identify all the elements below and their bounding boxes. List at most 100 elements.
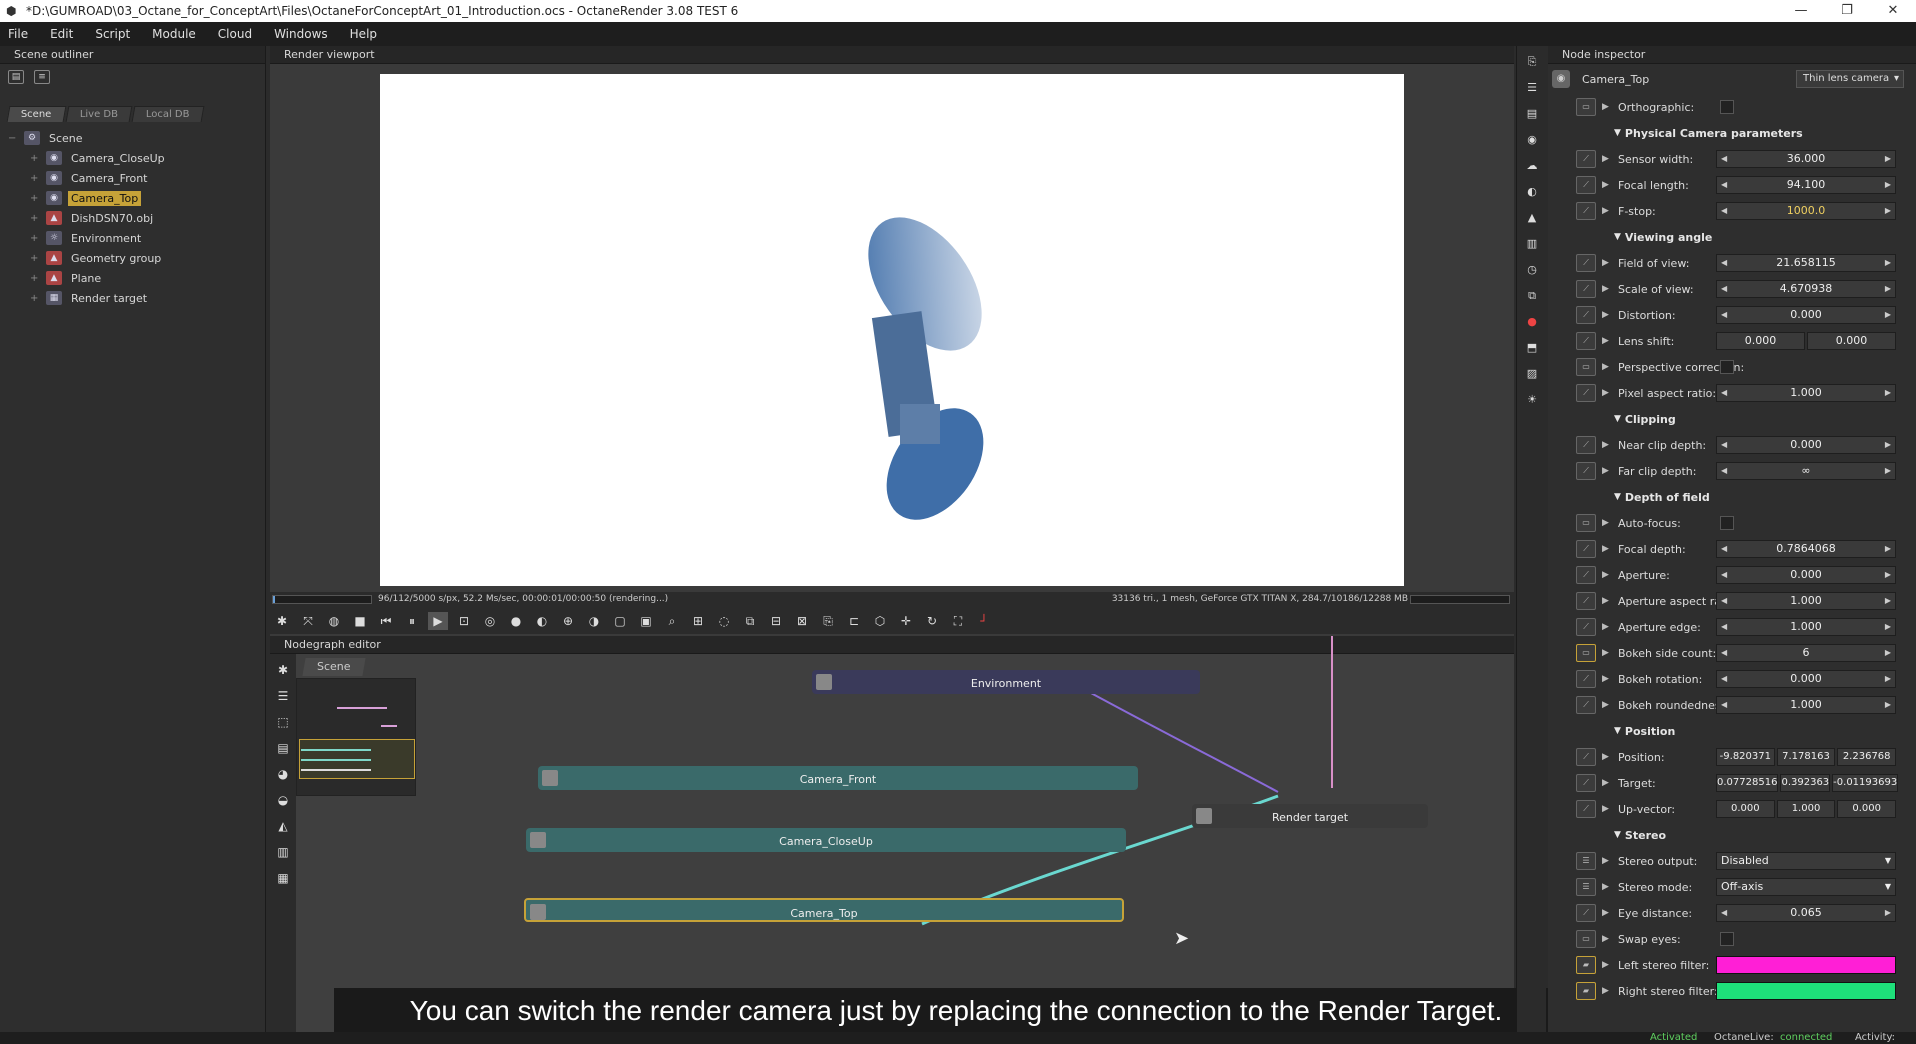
expand-icon[interactable]: + [30, 293, 42, 304]
expand-arrow-icon[interactable]: ▶ [1602, 102, 1610, 112]
expand-arrow-icon[interactable]: ▶ [1602, 284, 1610, 294]
tab-scene[interactable]: Scene [6, 106, 66, 122]
expand-arrow-icon[interactable]: ▶ [1602, 648, 1610, 658]
expand-arrow-icon[interactable]: ▶ [1602, 882, 1610, 892]
restart-icon[interactable]: ⏮ [376, 612, 396, 630]
recompile-icon[interactable]: ⊡ [454, 612, 474, 630]
menu-cloud[interactable]: Cloud [218, 27, 252, 41]
tree-item-scene[interactable]: − ⚙ Scene [8, 128, 265, 148]
perspective-correction-checkbox[interactable] [1720, 360, 1734, 374]
environment-settings-icon[interactable]: ☁ [1522, 156, 1542, 176]
start-icon[interactable]: ▶ [428, 612, 448, 630]
expand-arrow-icon[interactable]: ▶ [1602, 804, 1610, 814]
render-layer-icon[interactable]: ▥ [1522, 234, 1542, 254]
bool-pin-icon[interactable]: ▭ [1576, 358, 1596, 376]
float-pin-icon[interactable]: ⟋ [1576, 618, 1596, 636]
focus-icon[interactable]: ◎ [480, 612, 500, 630]
float-pin-icon[interactable]: ⟋ [1576, 592, 1596, 610]
section-stereo[interactable]: ▼ Stereo [1548, 822, 1916, 848]
stop-icon[interactable]: ■ [350, 612, 370, 630]
settings-icon[interactable]: ✱ [272, 612, 292, 630]
bokeh-roundedness-slider[interactable]: ◀ 1.000 ▶ [1716, 696, 1896, 714]
maximize-button[interactable]: ❐ [1824, 0, 1870, 22]
clay-mode-icon[interactable]: ◌ [714, 612, 734, 630]
menu-script[interactable]: Script [95, 27, 130, 41]
object-picker-icon[interactable]: ◐ [532, 612, 552, 630]
bokeh-side-count-slider[interactable]: ◀ 6 ▶ [1716, 644, 1896, 662]
menu-help[interactable]: Help [350, 27, 377, 41]
left-stereo-filter-swatch[interactable] [1716, 956, 1896, 974]
decal-icon[interactable]: ⊟ [766, 612, 786, 630]
focal-depth-slider[interactable]: ◀ 0.7864068 ▶ [1716, 540, 1896, 558]
tree-item-plane[interactable]: + ▲ Plane [8, 268, 265, 288]
node-camera-closeup[interactable]: Camera_CloseUp [526, 828, 1126, 852]
cube-icon[interactable]: ⬡ [870, 612, 890, 630]
material-picker-icon[interactable]: ● [506, 612, 526, 630]
clock-icon[interactable]: ◷ [1522, 260, 1542, 280]
float-pin-icon[interactable]: ⟋ [1576, 462, 1596, 480]
int-pin-icon[interactable]: ▭ [1576, 644, 1596, 662]
eye-distance-slider[interactable]: ◀ 0.065 ▶ [1716, 904, 1896, 922]
camera-type-dropdown[interactable]: Thin lens camera ▾ [1796, 70, 1904, 88]
expand-icon[interactable]: + [30, 233, 42, 244]
up-vector-z-field[interactable]: 0.000 [1837, 800, 1897, 818]
kernel-icon[interactable]: ▲ [1522, 208, 1542, 228]
bool-pin-icon[interactable]: ▭ [1576, 930, 1596, 948]
move-icon[interactable]: ✛ [896, 612, 916, 630]
section-depth-of-field[interactable]: ▼ Depth of field [1548, 484, 1916, 510]
orthographic-checkbox[interactable] [1720, 100, 1734, 114]
copy-icon[interactable]: ⎘ [1522, 52, 1542, 72]
scale-of-view-slider[interactable]: ◀ 4.670938 ▶ [1716, 280, 1896, 298]
color-icon[interactable]: ◍ [324, 612, 344, 630]
close-button[interactable]: ✕ [1870, 0, 1916, 22]
mesh-settings-icon[interactable]: ⬒ [1522, 338, 1542, 358]
expand-icon[interactable]: + [30, 173, 42, 184]
expand-arrow-icon[interactable]: ▶ [1602, 310, 1610, 320]
target-z-field[interactable]: -0.01193693 [1832, 774, 1899, 792]
expand-arrow-icon[interactable]: ▶ [1602, 154, 1610, 164]
pixel-aspect-slider[interactable]: ◀ 1.000 ▶ [1716, 384, 1896, 402]
section-physical-camera[interactable]: ▼ Physical Camera parameters [1548, 120, 1916, 146]
menu-module[interactable]: Module [152, 27, 196, 41]
render-canvas[interactable] [380, 74, 1404, 586]
target-x-field[interactable]: 0.07728516 [1716, 774, 1779, 792]
distortion-slider[interactable]: ◀ 0.000 ▶ [1716, 306, 1896, 324]
expand-icon[interactable]: + [30, 213, 42, 224]
sun-icon[interactable]: ☀ [1522, 390, 1542, 410]
position-y-field[interactable]: 7.178163 [1776, 748, 1836, 766]
float-pin-icon[interactable]: ⟋ [1576, 176, 1596, 194]
rotate-icon[interactable]: ↻ [922, 612, 942, 630]
expand-arrow-icon[interactable]: ▶ [1602, 674, 1610, 684]
tab-live-db[interactable]: Live DB [65, 106, 133, 122]
minimize-button[interactable]: — [1778, 0, 1824, 22]
autofocus-checkbox[interactable] [1720, 516, 1734, 530]
expand-arrow-icon[interactable]: ▶ [1602, 466, 1610, 476]
menu-file[interactable]: File [8, 27, 28, 41]
fstop-slider[interactable]: ◀ 1000.0 ▶ [1716, 202, 1896, 220]
expand-arrow-icon[interactable]: ▶ [1602, 362, 1610, 372]
section-viewing-angle[interactable]: ▼ Viewing angle [1548, 224, 1916, 250]
viewport-lock-icon[interactable]: ⊠ [792, 612, 812, 630]
aperture-edge-slider[interactable]: ◀ 1.000 ▶ [1716, 618, 1896, 636]
panel-icon[interactable]: ▤ [1522, 104, 1542, 124]
expand-icon[interactable]: + [30, 253, 42, 264]
tree-item-environment[interactable]: + ☼ Environment [8, 228, 265, 248]
bool-pin-icon[interactable]: ▭ [1576, 98, 1596, 116]
float-pin-icon[interactable]: ⟋ [1576, 280, 1596, 298]
expand-arrow-icon[interactable]: ▶ [1602, 518, 1610, 528]
float-pin-icon[interactable]: ⟋ [1576, 202, 1596, 220]
clipboard-icon[interactable]: ⎘ [818, 612, 838, 630]
aperture-aspect-slider[interactable]: ◀ 1.000 ▶ [1716, 592, 1896, 610]
tree-item-camera-top[interactable]: + ◉ Camera_Top [8, 188, 265, 208]
aperture-slider[interactable]: ◀ 0.000 ▶ [1716, 566, 1896, 584]
list-icon[interactable]: ☰ [1522, 78, 1542, 98]
tab-local-db[interactable]: Local DB [131, 106, 204, 122]
float-pin-icon[interactable]: ⟋ [1576, 540, 1596, 558]
image-icon[interactable]: ▨ [1522, 364, 1542, 384]
node-camera-top[interactable]: Camera_Top [524, 898, 1124, 922]
section-clipping[interactable]: ▼ Clipping [1548, 406, 1916, 432]
right-stereo-filter-swatch[interactable] [1716, 982, 1896, 1000]
expand-icon[interactable]: + [30, 273, 42, 284]
position-z-field[interactable]: 2.236768 [1837, 748, 1897, 766]
zoom-icon[interactable]: ⌕ [662, 612, 682, 630]
